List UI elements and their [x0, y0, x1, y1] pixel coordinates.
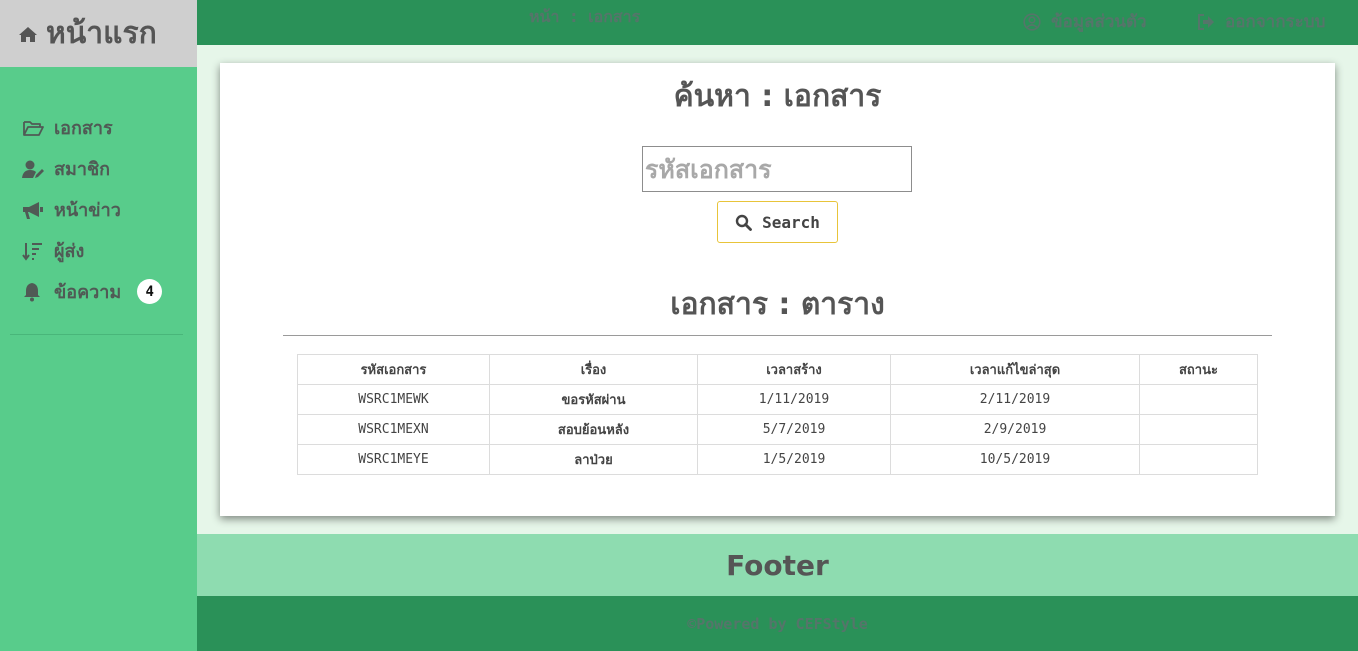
search-title: ค้นหา : เอกสาร [673, 79, 882, 114]
table-cell: 1/11/2019 [697, 384, 891, 415]
sidebar: หน้าแรก เอกสาร สมาชิก หน้าข่าว ผู้ส่ง ข้… [0, 0, 197, 651]
table-row[interactable]: WSRC1MEWK ขอรหัสผ่าน 1/11/2019 2/11/2019 [297, 384, 1258, 415]
profile-label: ข้อมูลส่วนตัว [1051, 12, 1147, 32]
footer-title: Footer [726, 548, 829, 582]
table-cell: WSRC1MEXN [297, 414, 490, 445]
user-circle-icon [1023, 12, 1041, 31]
table-cell: 1/5/2019 [697, 444, 891, 475]
profile-link[interactable]: ข้อมูลส่วนตัว [1023, 8, 1147, 35]
table-cell [1139, 414, 1258, 445]
table-cell: 2/9/2019 [890, 414, 1140, 445]
table-cell: ลาป่วย [489, 444, 698, 475]
content-card: ค้นหา : เอกสาร Search เอกสาร : ตาราง รหั… [220, 63, 1335, 516]
table-row[interactable]: WSRC1MEYE ลาป่วย 1/5/2019 10/5/2019 [297, 444, 1258, 475]
sidebar-item-members[interactable]: สมาชิก [0, 148, 197, 189]
column-header: เรื่อง [489, 354, 698, 385]
sidebar-item-label: สมาชิก [54, 159, 111, 180]
table-title: เอกสาร : ตาราง [670, 287, 885, 322]
documents-table: รหัสเอกสาร เรื่อง เวลาสร้าง เวลาแก้ไขล่า… [297, 354, 1258, 475]
document-code-input[interactable] [642, 146, 912, 192]
sidebar-item-label: ข้อความ [54, 282, 122, 303]
logout-link[interactable]: ออกจากระบบ [1197, 8, 1325, 35]
sidebar-item-news[interactable]: หน้าข่าว [0, 189, 197, 230]
table-cell: 10/5/2019 [890, 444, 1140, 475]
footer: Footer [197, 534, 1358, 596]
breadcrumb: หน้า : เอกสาร [529, 7, 641, 26]
copyright-bar: ©Powered by CEFStyle [197, 596, 1358, 651]
search-button[interactable]: Search [717, 201, 838, 243]
sidebar-divider [10, 334, 183, 335]
topbar: หน้า : เอกสาร ข้อมูลส่วนตัว ออกจากระบบ [197, 0, 1358, 45]
table-cell: 5/7/2019 [697, 414, 891, 445]
home-icon [19, 26, 37, 42]
folder-open-icon [23, 120, 44, 136]
search-icon [735, 214, 752, 231]
table-cell: WSRC1MEWK [297, 384, 490, 415]
table-cell: WSRC1MEYE [297, 444, 490, 475]
sidebar-item-documents[interactable]: เอกสาร [0, 107, 197, 148]
section-divider [283, 335, 1272, 336]
search-button-label: Search [762, 212, 820, 232]
sign-out-icon [1198, 13, 1214, 30]
message-count-badge: 4 [137, 279, 163, 304]
user-edit-icon [22, 160, 44, 178]
copyright-text: ©Powered by CEFStyle [687, 614, 868, 633]
sidebar-item-label: ผู้ส่ง [54, 241, 85, 262]
brand-title: หน้าแรก [46, 16, 157, 51]
table-row[interactable]: WSRC1MEXN สอบย้อนหลัง 5/7/2019 2/9/2019 [297, 414, 1258, 445]
home-link[interactable]: หน้าแรก [0, 0, 197, 67]
logout-label: ออกจากระบบ [1225, 12, 1326, 32]
table-cell [1139, 444, 1258, 475]
column-header: สถานะ [1139, 354, 1258, 385]
bell-icon [24, 282, 40, 301]
column-header: เวลาสร้าง [697, 354, 891, 385]
sidebar-item-senders[interactable]: ผู้ส่ง [0, 230, 197, 271]
megaphone-icon [23, 201, 43, 219]
sort-icon [22, 242, 42, 261]
sidebar-menu: เอกสาร สมาชิก หน้าข่าว ผู้ส่ง ข้อความ 4 [0, 107, 197, 312]
table-cell: ขอรหัสผ่าน [489, 384, 698, 415]
table-cell: 2/11/2019 [890, 384, 1140, 415]
sidebar-item-label: หน้าข่าว [54, 200, 121, 221]
table-cell [1139, 384, 1258, 415]
column-header: รหัสเอกสาร [297, 354, 490, 385]
sidebar-item-label: เอกสาร [54, 118, 113, 139]
table-header-row: รหัสเอกสาร เรื่อง เวลาสร้าง เวลาแก้ไขล่า… [297, 354, 1258, 385]
column-header: เวลาแก้ไขล่าสุด [890, 354, 1140, 385]
table-cell: สอบย้อนหลัง [489, 414, 698, 445]
sidebar-item-messages[interactable]: ข้อความ 4 [0, 271, 197, 312]
